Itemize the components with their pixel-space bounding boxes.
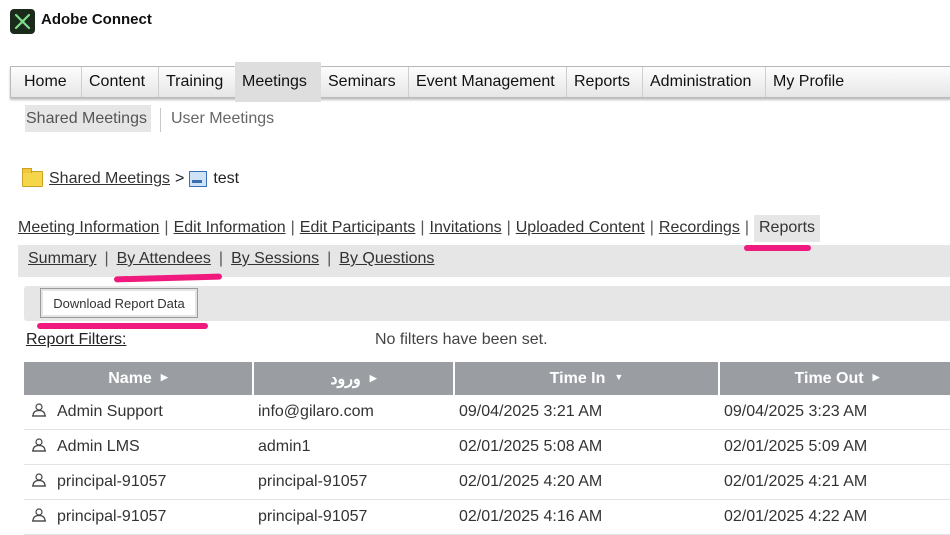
cell-login: principal-91057: [253, 499, 454, 535]
column-header-label: ورود: [330, 370, 361, 388]
user-icon: [32, 473, 46, 487]
column-header-label: Time In: [549, 369, 606, 387]
cell-login: principal-91057: [253, 464, 454, 500]
subnav-user-meetings[interactable]: User Meetings: [171, 105, 274, 132]
tab-separator: |: [164, 219, 169, 236]
cell-name: Admin LMS: [24, 429, 253, 465]
tab-uploaded-content[interactable]: Uploaded Content: [516, 219, 645, 237]
cell-login: info@gilaro.com: [253, 395, 454, 430]
tab-separator: |: [290, 219, 295, 236]
meeting-tabs: Meeting Information | Edit Information |…: [18, 213, 821, 243]
table-row[interactable]: Admin LMS admin1 02/01/2025 5:08 AM 02/0…: [24, 429, 950, 465]
cell-name: Admin Support: [24, 395, 253, 430]
tab-separator: |: [506, 219, 511, 236]
tab-edit-information[interactable]: Edit Information: [174, 219, 286, 237]
meeting-icon: [189, 171, 208, 187]
report-tab-summary[interactable]: Summary: [28, 250, 96, 268]
nav-seminars[interactable]: Seminars: [321, 67, 403, 97]
tab-separator: |: [744, 219, 749, 236]
tab-recordings[interactable]: Recordings: [659, 219, 740, 237]
cell-login: admin1: [253, 429, 454, 465]
column-header-label: Name: [108, 369, 152, 387]
cell-time-out: 02/01/2025 4:22 AM: [719, 499, 950, 535]
nav-event-management[interactable]: Event Management: [408, 67, 562, 97]
breadcrumb-current: test: [213, 170, 240, 187]
nav-administration[interactable]: Administration: [642, 67, 758, 97]
table-row[interactable]: Admin Support info@gilaro.com 09/04/2025…: [24, 395, 950, 430]
report-tab-separator: |: [218, 250, 224, 267]
report-tab-by-sessions[interactable]: By Sessions: [231, 250, 319, 268]
column-header-label: Time Out: [794, 369, 864, 387]
cell-time-out: 02/01/2025 4:21 AM: [719, 464, 950, 500]
sort-arrow-icon: ▶: [872, 371, 880, 382]
folder-icon: [22, 168, 43, 187]
table-row[interactable]: principal-91057 principal-91057 02/01/20…: [24, 464, 950, 500]
subnav-shared-meetings[interactable]: Shared Meetings: [25, 105, 151, 132]
report-tab-by-questions[interactable]: By Questions: [339, 250, 434, 268]
nav-my-profile[interactable]: My Profile: [765, 67, 851, 97]
attendee-name: principal-91057: [57, 508, 167, 525]
column-header-time-in[interactable]: Time In ▼: [454, 362, 720, 395]
tab-invitations[interactable]: Invitations: [430, 219, 502, 237]
user-icon: [32, 403, 46, 417]
report-filters-label[interactable]: Report Filters:: [26, 331, 126, 349]
tab-separator: |: [420, 219, 425, 236]
report-tab-separator: |: [327, 250, 332, 267]
table-row[interactable]: principal-91057 principal-91057 02/01/20…: [24, 499, 950, 535]
breadcrumb-shared-meetings[interactable]: Shared Meetings: [49, 170, 170, 188]
sort-arrow-icon: ▶: [160, 371, 168, 382]
user-icon: [32, 508, 46, 522]
attendee-name: Admin LMS: [57, 438, 140, 455]
column-header-name[interactable]: Name ▶: [24, 362, 254, 395]
cell-time-in: 02/01/2025 4:16 AM: [454, 499, 719, 535]
breadcrumb: Shared Meetings > test: [22, 168, 239, 190]
app-title: Adobe Connect: [41, 11, 152, 28]
nav-training[interactable]: Training: [158, 67, 230, 97]
tab-meeting-information[interactable]: Meeting Information: [18, 219, 159, 237]
sort-arrow-icon: ▶: [369, 372, 377, 383]
breadcrumb-separator: >: [174, 170, 185, 187]
nav-reports[interactable]: Reports: [566, 67, 637, 97]
report-tab-separator: |: [104, 250, 109, 267]
nav-home[interactable]: Home: [17, 67, 74, 97]
cell-time-out: 09/04/2025 3:23 AM: [719, 395, 950, 430]
user-icon: [32, 438, 46, 452]
tab-separator: |: [649, 219, 654, 236]
column-header-login[interactable]: ورود ▶: [253, 362, 455, 395]
adobe-connect-logo-icon: [10, 9, 35, 34]
cell-time-in: 02/01/2025 4:20 AM: [454, 464, 719, 500]
cell-time-in: 09/04/2025 3:21 AM: [454, 395, 719, 430]
nav-content[interactable]: Content: [81, 67, 152, 97]
cell-time-in: 02/01/2025 5:08 AM: [454, 429, 719, 465]
attendee-name: principal-91057: [57, 473, 167, 490]
sort-down-icon: ▼: [614, 371, 624, 382]
report-tab-by-attendees[interactable]: By Attendees: [117, 250, 211, 268]
highlight-mark-download: [37, 323, 208, 329]
tab-reports[interactable]: Reports: [753, 214, 821, 242]
column-header-time-out[interactable]: Time Out ▶: [719, 362, 950, 395]
download-report-data-button[interactable]: Download Report Data: [40, 288, 198, 318]
attendees-table: Name ▶ ورود ▶ Time In ▼ Time Out ▶ Admin Sup…: [24, 362, 950, 535]
highlight-mark-reports: [744, 245, 811, 251]
report-tabs: Summary | By Attendees | By Sessions | B…: [28, 250, 434, 268]
tab-edit-participants[interactable]: Edit Participants: [300, 219, 416, 237]
attendee-name: Admin Support: [57, 403, 163, 420]
cell-name: principal-91057: [24, 499, 253, 535]
cell-name: principal-91057: [24, 464, 253, 500]
report-filters-value: No filters have been set.: [375, 331, 548, 348]
cell-time-out: 02/01/2025 5:09 AM: [719, 429, 950, 465]
main-nav: Home Content Training Meetings Seminars …: [10, 62, 950, 102]
nav-meetings[interactable]: Meetings: [235, 62, 321, 102]
subnav-divider: [160, 108, 161, 132]
